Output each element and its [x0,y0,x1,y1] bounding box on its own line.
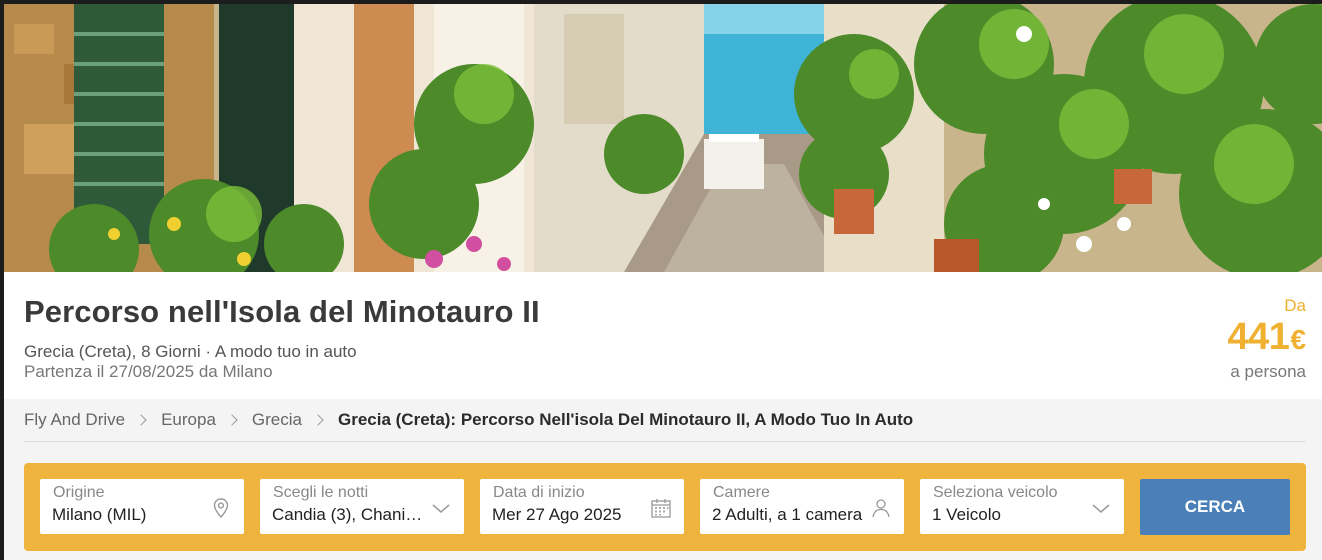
chevron-right-icon [137,415,147,425]
nights-field[interactable]: Scegli le notti Candia (3), Chania (2), … [260,479,464,534]
search-button[interactable]: CERCA [1140,479,1290,535]
price-per-person: a persona [1230,362,1306,381]
rooms-field[interactable]: Camere 2 Adulti, a 1 camera [700,479,904,534]
origin-label: Origine [53,484,105,501]
rooms-label: Camere [713,484,770,501]
price-currency: € [1290,324,1306,355]
origin-field[interactable]: Origine Milano (MIL) [40,479,244,534]
vehicle-field[interactable]: Seleziona veicolo 1 Veicolo [920,479,1124,534]
nights-label: Scegli le notti [273,484,369,501]
divider [24,441,1306,442]
tour-title: Percorso nell'Isola del Minotauro II [24,294,540,329]
chevron-down-icon [430,497,452,519]
person-icon [870,497,892,519]
breadcrumb-europa[interactable]: Europa [161,410,216,430]
tour-departure: Partenza il 27/08/2025 da Milano [24,362,273,381]
start-date-field[interactable]: Data di inizio Mer 27 Ago 2025 [480,479,684,534]
tour-page: Percorso nell'Isola del Minotauro II Gre… [4,4,1322,560]
breadcrumb-grecia[interactable]: Grecia [252,410,302,430]
vehicle-label: Seleziona veicolo [933,484,1058,501]
tour-header: Percorso nell'Isola del Minotauro II Gre… [4,272,1322,399]
chevron-down-icon [1090,497,1112,519]
price-from-label: Da [1284,296,1306,315]
tour-subtitle: Grecia (Creta), 8 Giorni · A modo tuo in… [24,342,357,361]
search-bar: Origine Milano (MIL) Scegli le notti Can… [24,463,1306,551]
nights-value: Candia (3), Chania (2), Rethymno (2) [272,505,424,524]
start-date-label: Data di inizio [493,484,585,501]
calendar-icon [650,497,672,519]
breadcrumb: Fly And Drive Europa Grecia Grecia (Cret… [24,408,913,432]
chevron-right-icon [314,415,324,425]
hero-image [4,4,1322,272]
vehicle-value: 1 Veicolo [932,505,1001,524]
breadcrumb-fly-and-drive[interactable]: Fly And Drive [24,410,125,430]
location-pin-icon [210,497,232,519]
origin-value: Milano (MIL) [52,505,147,524]
start-date-value: Mer 27 Ago 2025 [492,505,622,524]
breadcrumb-current: Grecia (Creta): Percorso Nell'isola Del … [338,410,914,429]
chevron-right-icon [228,415,238,425]
price: 441 € [1228,316,1306,359]
price-amount: 441 [1227,316,1290,358]
rooms-value: 2 Adulti, a 1 camera [712,505,863,524]
